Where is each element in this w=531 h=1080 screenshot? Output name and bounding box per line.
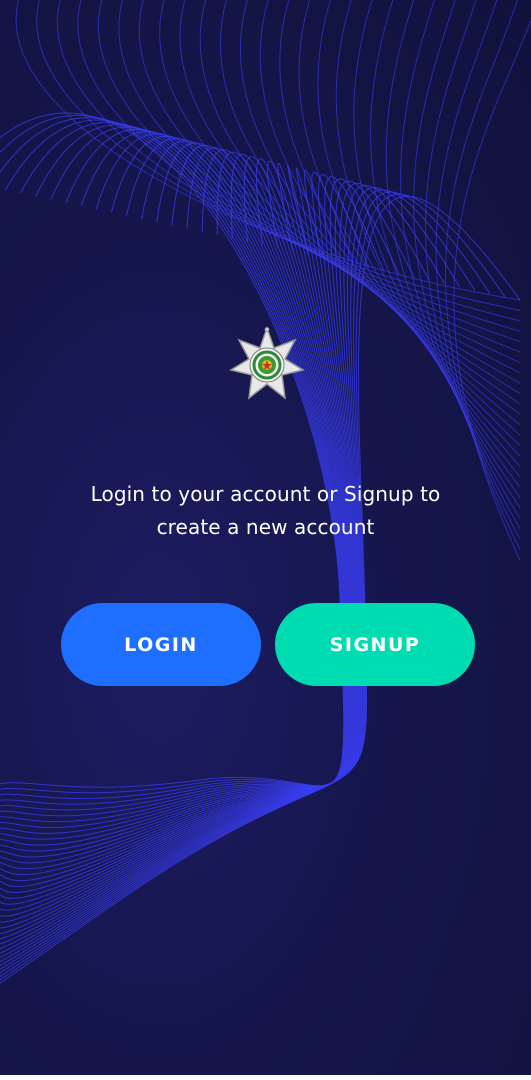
wave-line: [0, 193, 506, 981]
login-button[interactable]: LOGIN: [61, 603, 261, 686]
wave-line: [317, 0, 521, 457]
bottom-edge: [0, 1075, 531, 1080]
wave-line: [0, 195, 521, 984]
wave-line: [0, 119, 347, 805]
wave-line: [0, 115, 345, 794]
intro-line-1: Login to your account or Signup to: [90, 482, 441, 506]
intro-line-2: create a new account: [156, 515, 375, 539]
signup-button[interactable]: SIGNUP: [275, 603, 475, 686]
wave-line: [370, 0, 521, 488]
star-badge-emblem-icon: [229, 326, 305, 400]
wave-line: [0, 184, 445, 967]
intro-message: Login to your account or Signup to creat…: [40, 478, 491, 544]
wave-line: [413, 0, 521, 519]
wave-line: [298, 0, 521, 446]
wave-line: [15, 0, 521, 301]
wave-line: [0, 182, 430, 963]
welcome-screen: Login to your account or Signup to creat…: [0, 0, 531, 1080]
wave-line: [0, 172, 361, 940]
wave-line: [353, 0, 521, 478]
wave-line: [335, 0, 521, 467]
wave-line: [97, 0, 521, 343]
wave-line: [0, 112, 345, 788]
wave-line: [400, 0, 521, 509]
